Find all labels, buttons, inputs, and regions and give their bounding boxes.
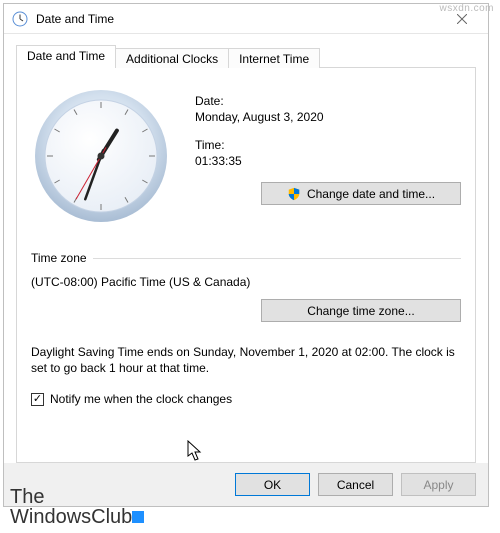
watermark-brand: The WindowsClub [10,487,146,527]
analog-clock-icon [31,86,171,226]
change-date-time-button[interactable]: Change date and time... [261,182,461,205]
clock-app-icon [12,11,28,27]
watermark-brand-line1: The [10,487,146,507]
tab-date-and-time[interactable]: Date and Time [16,45,116,68]
notify-checkbox-label: Notify me when the clock changes [50,392,232,406]
change-timezone-label: Change time zone... [307,304,414,318]
timezone-heading-text: Time zone [31,251,87,265]
timezone-value: (UTC-08:00) Pacific Time (US & Canada) [31,275,461,289]
analog-clock-container [31,86,175,229]
change-timezone-button[interactable]: Change time zone... [261,299,461,322]
close-icon [457,14,467,24]
notify-checkbox[interactable]: ✓ [31,393,44,406]
tab-internet-time[interactable]: Internet Time [228,48,320,69]
date-value: Monday, August 3, 2020 [195,110,461,124]
time-value: 01:33:35 [195,154,461,168]
date-time-info: Date: Monday, August 3, 2020 Time: 01:33… [195,86,461,229]
divider [93,258,461,259]
date-label: Date: [195,94,461,108]
window-title: Date and Time [36,12,440,26]
titlebar: Date and Time [4,4,488,34]
brand-square-icon [132,511,144,523]
tab-panel-date-and-time: Date: Monday, August 3, 2020 Time: 01:33… [16,68,476,463]
dialog-content: Date and Time Additional Clocks Internet… [4,34,488,463]
change-date-time-label: Change date and time... [307,187,435,201]
time-label: Time: [195,138,461,152]
watermark-brand-line2: WindowsClub [10,507,146,527]
dst-info-text: Daylight Saving Time ends on Sunday, Nov… [31,344,461,376]
cancel-button[interactable]: Cancel [318,473,393,496]
tab-strip: Date and Time Additional Clocks Internet… [16,44,476,68]
timezone-heading: Time zone [31,251,461,265]
shield-icon [287,187,301,201]
clock-info-row: Date: Monday, August 3, 2020 Time: 01:33… [31,86,461,229]
ok-button[interactable]: OK [235,473,310,496]
notify-checkbox-row[interactable]: ✓ Notify me when the clock changes [31,392,461,406]
watermark-site: wsxdn.com [439,3,494,14]
date-time-dialog: Date and Time Date and Time Additional C… [3,3,489,507]
apply-button[interactable]: Apply [401,473,476,496]
tab-additional-clocks[interactable]: Additional Clocks [115,48,229,69]
